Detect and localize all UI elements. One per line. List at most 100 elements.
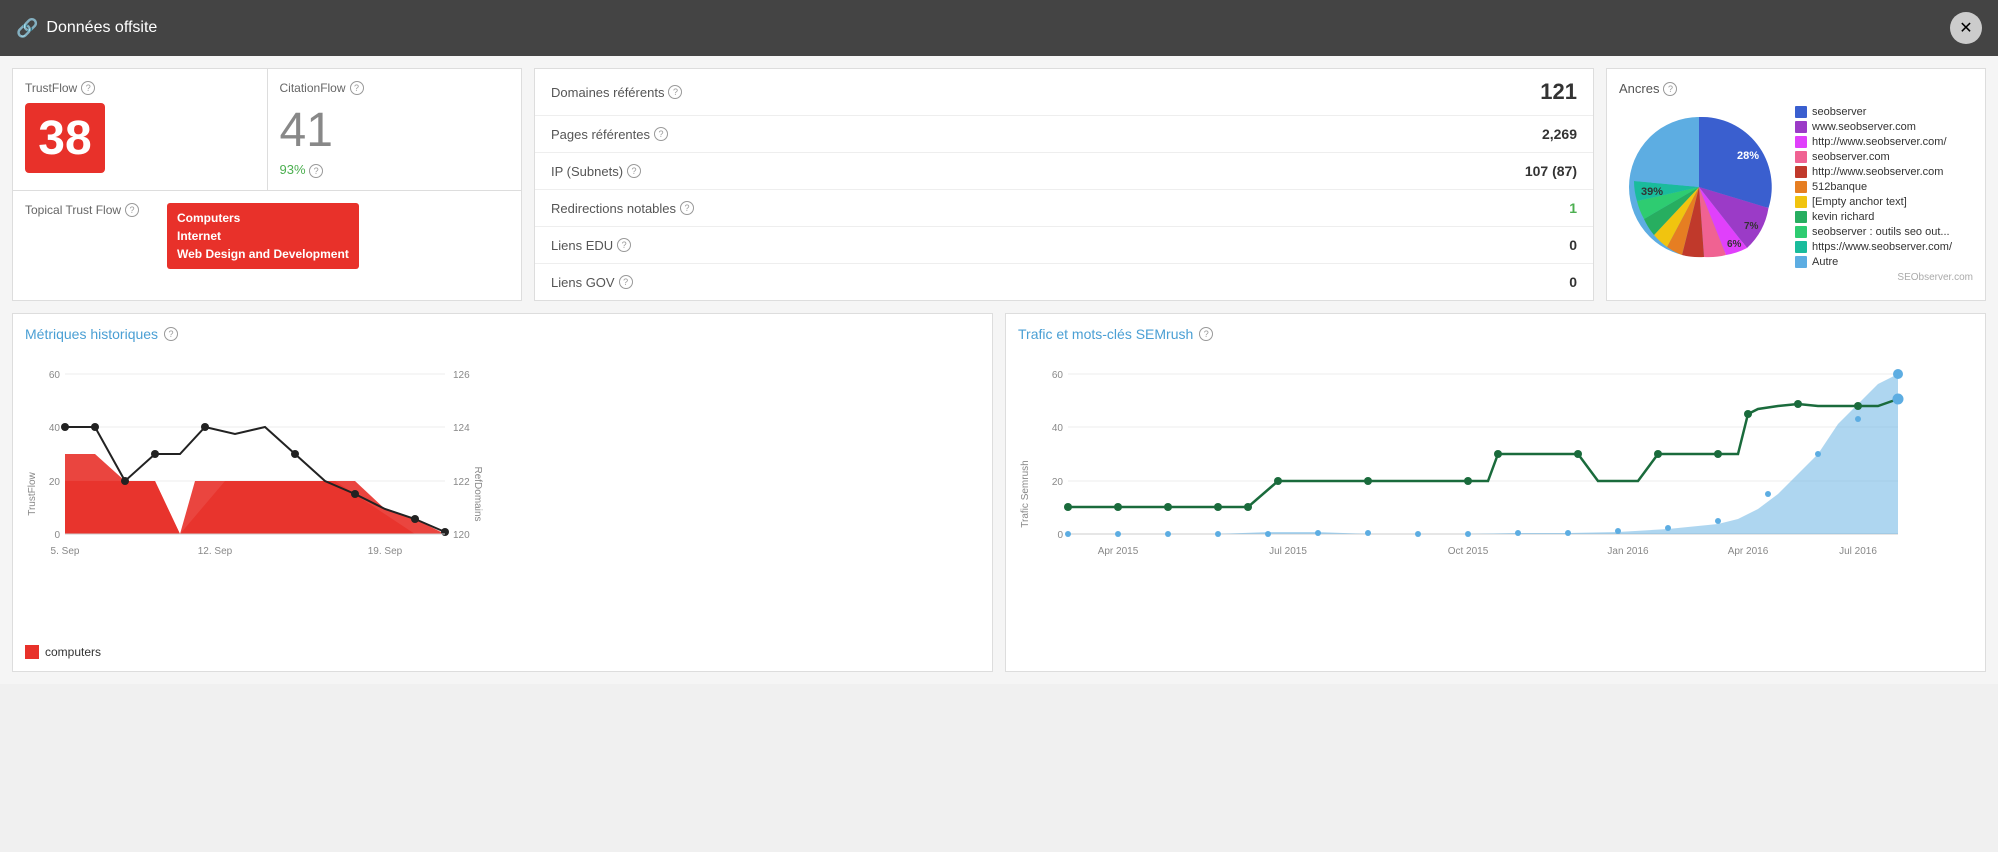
svg-text:Jan 2016: Jan 2016 <box>1607 546 1649 557</box>
page-title: Données offsite <box>46 19 157 37</box>
ancres-legend: seobserver www.seobserver.com http://www… <box>1795 106 1952 268</box>
legend-item-http-www: http://www.seobserver.com/ <box>1795 136 1952 148</box>
domaines-referents-value: 121 <box>1540 79 1577 105</box>
svg-text:RefDomains: RefDomains <box>472 466 483 521</box>
legend-label-seobserver-com: seobserver.com <box>1812 151 1890 163</box>
semrush-svg: Trafic Semrush 60 40 20 0 <box>1018 354 1918 634</box>
legend-item-empty-anchor: [Empty anchor text] <box>1795 196 1952 208</box>
semrush-info-icon[interactable]: ? <box>1199 327 1213 341</box>
legend-label-http-www: http://www.seobserver.com/ <box>1812 136 1947 148</box>
citationflow-info-icon[interactable]: ? <box>350 81 364 95</box>
svg-text:0: 0 <box>1057 530 1063 541</box>
svg-text:5. Sep: 5. Sep <box>51 546 80 557</box>
legend-item-512banque: 512banque <box>1795 181 1952 193</box>
svg-text:Oct 2015: Oct 2015 <box>1448 546 1489 557</box>
legend-item-seobserver-outils: seobserver : outils seo out... <box>1795 226 1952 238</box>
pages-info-icon[interactable]: ? <box>654 127 668 141</box>
semrush-chart-wrapper: Trafic Semrush 60 40 20 0 <box>1018 354 1973 637</box>
topical-trust-flow-label: Topical Trust Flow ? <box>25 203 155 217</box>
pie-svg: 28% 7% 6% 39% <box>1619 107 1779 267</box>
svg-text:120: 120 <box>453 530 470 541</box>
liens-edu-label: Liens EDU ? <box>551 238 631 253</box>
legend-label-www-seobserver: www.seobserver.com <box>1812 121 1916 133</box>
svg-text:60: 60 <box>1052 370 1064 381</box>
legend-color-autre <box>1795 256 1807 268</box>
svg-text:60: 60 <box>49 370 61 381</box>
legend-color-kevin <box>1795 211 1807 223</box>
legend-label-seobserver: seobserver <box>1812 106 1866 118</box>
svg-text:6%: 6% <box>1727 239 1742 250</box>
svg-text:39%: 39% <box>1641 186 1663 198</box>
svg-text:Trafic Semrush: Trafic Semrush <box>1020 460 1031 527</box>
svg-text:0: 0 <box>54 530 60 541</box>
edu-info-icon[interactable]: ? <box>617 238 631 252</box>
ancres-title: Ancres ? <box>1619 81 1973 96</box>
legend-color-www-seobserver <box>1795 121 1807 133</box>
redirections-info-icon[interactable]: ? <box>680 201 694 215</box>
topical-info-icon[interactable]: ? <box>125 203 139 217</box>
stat-row-redirections: Redirections notables ? 1 <box>535 190 1593 227</box>
topical-trust-flow-row: Topical Trust Flow ? Computers Internet … <box>13 191 521 281</box>
citationflow-label: CitationFlow ? <box>280 81 510 95</box>
svg-text:122: 122 <box>453 477 470 488</box>
header-title-group: 🔗 Données offsite <box>16 18 157 39</box>
legend-computers-label: computers <box>45 645 101 659</box>
ip-subnets-label: IP (Subnets) ? <box>551 164 641 179</box>
trustflow-section: TrustFlow ? 38 <box>13 69 268 190</box>
legend-label-512banque: 512banque <box>1812 181 1867 193</box>
seobserver-credit: SEObserver.com <box>1619 272 1973 283</box>
svg-text:Jul 2016: Jul 2016 <box>1839 546 1877 557</box>
header: 🔗 Données offsite ✕ <box>0 0 1998 56</box>
panel-historique: Métriques historiques ? TrustFlow RefDom… <box>12 313 993 672</box>
historique-chart-wrapper: TrustFlow RefDomains 60 40 20 0 126 124 … <box>25 354 980 637</box>
svg-text:126: 126 <box>453 370 470 381</box>
tf-cf-row: TrustFlow ? 38 CitationFlow ? 41 93% ? <box>13 69 521 191</box>
domaines-referents-label: Domaines référents ? <box>551 85 682 100</box>
stat-row-edu: Liens EDU ? 0 <box>535 227 1593 264</box>
main-content: TrustFlow ? 38 CitationFlow ? 41 93% ? <box>0 56 1998 684</box>
legend-item-kevin: kevin richard <box>1795 211 1952 223</box>
svg-text:7%: 7% <box>1744 221 1759 232</box>
historique-svg: TrustFlow RefDomains 60 40 20 0 126 124 … <box>25 354 485 634</box>
legend-item-autre: Autre <box>1795 256 1952 268</box>
panel-trust-flow: TrustFlow ? 38 CitationFlow ? 41 93% ? <box>12 68 522 301</box>
trustflow-label: TrustFlow ? <box>25 81 255 95</box>
historique-title: Métriques historiques ? <box>25 326 980 342</box>
pages-referentes-value: 2,269 <box>1542 126 1577 142</box>
svg-text:28%: 28% <box>1737 150 1759 162</box>
semrush-title: Trafic et mots-clés SEMrush ? <box>1018 326 1973 342</box>
ip-subnets-value: 107 (87) <box>1525 163 1577 179</box>
liens-gov-value: 0 <box>1569 274 1577 290</box>
liens-gov-label: Liens GOV ? <box>551 275 633 290</box>
close-button[interactable]: ✕ <box>1950 12 1982 44</box>
link-icon: 🔗 <box>16 18 38 39</box>
liens-edu-value: 0 <box>1569 237 1577 253</box>
legend-color-https-www <box>1795 241 1807 253</box>
citationflow-section: CitationFlow ? 41 93% ? <box>268 69 522 190</box>
top-row: TrustFlow ? 38 CitationFlow ? 41 93% ? <box>12 68 1986 301</box>
ancres-info-icon[interactable]: ? <box>1663 82 1677 96</box>
legend-label-empty-anchor: [Empty anchor text] <box>1812 196 1907 208</box>
citationflow-value: 41 <box>280 103 510 158</box>
stat-row-domaines: Domaines référents ? 121 <box>535 69 1593 116</box>
panel-semrush: Trafic et mots-clés SEMrush ? Trafic Sem… <box>1005 313 1986 672</box>
svg-text:TrustFlow: TrustFlow <box>27 471 38 515</box>
svg-text:19. Sep: 19. Sep <box>368 546 403 557</box>
legend-item-http-www2: http://www.seobserver.com <box>1795 166 1952 178</box>
redirections-value: 1 <box>1569 200 1577 216</box>
ip-info-icon[interactable]: ? <box>627 164 641 178</box>
cf-percent-info-icon[interactable]: ? <box>309 164 323 178</box>
domaines-info-icon[interactable]: ? <box>668 85 682 99</box>
citationflow-percent: 93% ? <box>280 162 510 178</box>
legend-item-seobserver: seobserver <box>1795 106 1952 118</box>
legend-label-seobserver-outils: seobserver : outils seo out... <box>1812 226 1950 238</box>
svg-text:40: 40 <box>1052 423 1064 434</box>
svg-text:124: 124 <box>453 423 470 434</box>
legend-color-http-www <box>1795 136 1807 148</box>
svg-text:40: 40 <box>49 423 61 434</box>
trustflow-info-icon[interactable]: ? <box>81 81 95 95</box>
topical-trust-flow-tag: Computers Internet Web Design and Develo… <box>167 203 359 269</box>
historique-info-icon[interactable]: ? <box>164 327 178 341</box>
legend-color-empty-anchor <box>1795 196 1807 208</box>
gov-info-icon[interactable]: ? <box>619 275 633 289</box>
